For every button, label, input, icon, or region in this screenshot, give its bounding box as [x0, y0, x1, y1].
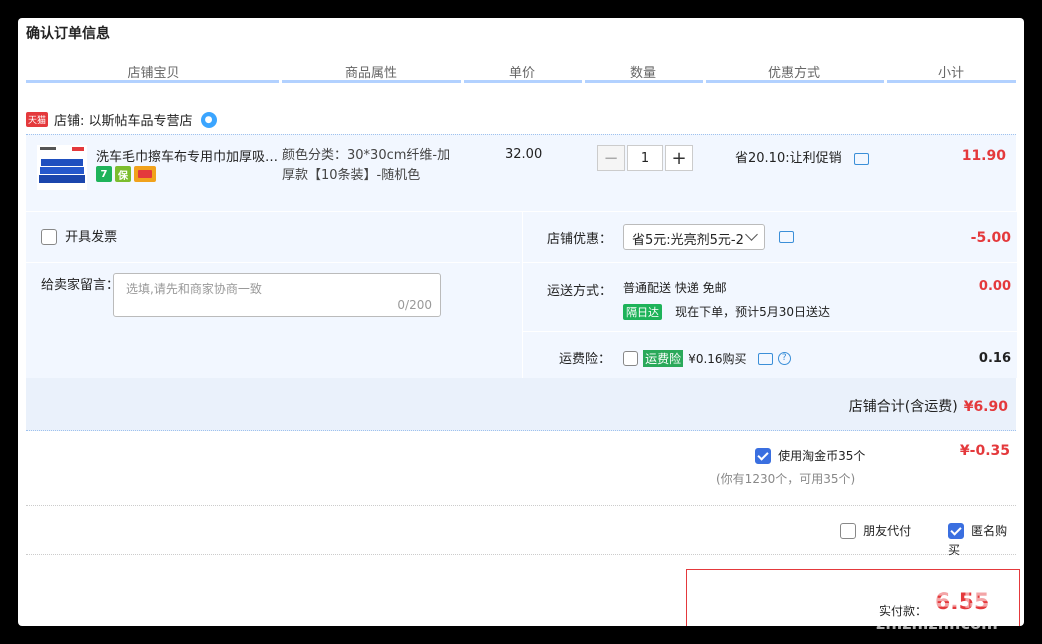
shipping-method: 普通配送 快递 免邮 — [623, 281, 727, 295]
col-header-subtotal: 小计 — [937, 66, 964, 81]
shop-discount-select[interactable]: 省5元:光亮剂5元-2 — [623, 224, 765, 250]
col-header-price: 单价 — [508, 66, 535, 81]
shop-header: 天猫 店铺: 以斯帖车品专营店 ● — [26, 110, 217, 129]
header-underline — [282, 80, 461, 83]
shipping-value: 0.00 — [978, 279, 1011, 294]
item-subtotal: 11.90 — [961, 148, 1006, 164]
insurance-price: ¥0.16购买 — [688, 352, 747, 366]
product-thumbnail[interactable] — [37, 145, 87, 190]
order-options: 开具发票 给卖家留言： 选填,请先和商家协商一致 0/200 店铺优惠： 省5元… — [26, 212, 1017, 378]
next-day-tag: 隔日达 — [623, 304, 662, 320]
shop-name[interactable]: 店铺: 以斯帖车品专营店 — [54, 110, 193, 129]
memo-label: 给卖家留言： — [41, 278, 120, 293]
invoice-label: 开具发票 — [65, 230, 118, 245]
quantity-stepper: − 1 + — [597, 145, 693, 171]
shop-discount-value: -5.00 — [970, 230, 1011, 246]
delivery-info: 隔日达 现在下单，预计5月30日送达 — [623, 301, 830, 320]
decrease-qty-button[interactable]: − — [597, 145, 625, 171]
seven-day-return-icon[interactable]: 7 — [96, 166, 112, 182]
taobao-coin-row: 使用淘金币35个 (你有1230个，可用35个) ¥-0.35 — [26, 431, 1016, 506]
promotion-text: 省20.10:让利促销 — [735, 147, 869, 166]
header-underline — [706, 80, 884, 83]
increase-qty-button[interactable]: + — [665, 145, 693, 171]
comment-icon[interactable] — [779, 231, 794, 243]
quantity-input[interactable]: 1 — [627, 145, 663, 171]
page-title: 确认订单信息 — [26, 26, 110, 42]
header-underline — [887, 80, 1016, 83]
shop-total-label: 店铺合计(含运费) — [848, 399, 958, 415]
memo-textarea[interactable]: 选填,请先和商家协商一致 0/200 — [113, 273, 441, 317]
product-name[interactable]: 洗车毛巾擦车布专用巾加厚吸水... — [96, 146, 281, 165]
insurance-value: 0.16 — [978, 351, 1011, 366]
header-underline — [26, 80, 279, 83]
shipping-label: 运送方式： — [547, 284, 613, 299]
product-attributes: 颜色分类：30*30cm纤维-加厚款【10条装】-随机色 — [282, 148, 451, 183]
col-header-attr: 商品属性 — [344, 66, 397, 81]
help-icon[interactable]: ? — [777, 352, 791, 365]
comment-icon[interactable] — [757, 352, 773, 365]
insurance-row: 运费险： 运费险 ¥0.16购买 ? 0.16 — [523, 332, 1017, 378]
unit-price: 32.00 — [505, 147, 543, 162]
coin-value: ¥-0.35 — [959, 443, 1010, 459]
chevron-down-icon — [745, 228, 758, 241]
insurance-tag: 运费险 — [643, 350, 684, 367]
friend-pay-checkbox[interactable] — [840, 522, 856, 539]
insurance-checkbox[interactable] — [623, 351, 638, 366]
shop-total-value: ¥6.90 — [963, 399, 1008, 415]
shop-discount-row: 店铺优惠： 省5元:光亮剂5元-2 -5.00 — [523, 212, 1017, 263]
shop-total: 店铺合计(含运费) ¥6.90 — [849, 396, 1008, 416]
guarantee-icon[interactable]: 保 — [115, 166, 131, 182]
shop-total-row: 店铺合计(含运费) ¥6.90 — [26, 378, 1016, 431]
shipping-row: 运送方式： 普通配送 快递 免邮 隔日达 现在下单，预计5月30日送达 0.00 — [523, 263, 1017, 332]
payment-options-row: 朋友代付 匿名购买 — [26, 506, 1016, 558]
friend-pay-label: 朋友代付 — [863, 524, 912, 538]
shop-discount-label: 店铺优惠： — [547, 232, 613, 247]
coin-option: 使用淘金币35个 — [755, 445, 865, 464]
header-underline — [464, 80, 582, 83]
promotion-label: 省20.10:让利促销 — [735, 151, 842, 166]
watermark-logo: 值值值 — [880, 569, 1001, 613]
anonymous-checkbox[interactable] — [948, 522, 964, 539]
memo-counter: 0/200 — [397, 298, 432, 312]
comment-icon[interactable] — [853, 152, 869, 165]
tmall-badge: 天猫 — [26, 112, 49, 127]
buyer-options: 开具发票 给卖家留言： 选填,请先和商家协商一致 0/200 — [26, 212, 520, 378]
watermark-url: zhizhizhi.com — [876, 614, 998, 633]
invoice-checkbox[interactable] — [41, 228, 57, 245]
order-confirm-panel: 确认订单信息 店铺宝贝 商品属性 单价 数量 优惠方式 小计 天猫 店铺: 以斯… — [18, 18, 1024, 626]
delivery-eta: 现在下单，预计5月30日送达 — [675, 305, 830, 319]
col-header-item: 店铺宝贝 — [127, 66, 180, 81]
col-header-qty: 数量 — [629, 66, 656, 81]
credit-card-icon[interactable] — [134, 166, 156, 182]
coin-checkbox[interactable] — [755, 447, 771, 464]
insurance-option: 运费险 ¥0.16购买 ? — [623, 348, 791, 367]
invoice-option: 开具发票 — [41, 226, 117, 245]
header-underline — [585, 80, 703, 83]
memo-placeholder: 选填,请先和商家协商一致 — [126, 282, 262, 296]
insurance-label: 运费险： — [559, 352, 612, 367]
divider — [26, 262, 520, 263]
shop-discount-selected: 省5元:光亮剂5元-2 — [632, 233, 744, 248]
wangwang-chat-icon[interactable]: ● — [200, 111, 217, 128]
friend-pay-option: 朋友代付 — [840, 520, 911, 539]
anonymous-option: 匿名购买 — [948, 520, 1016, 558]
coin-label: 使用淘金币35个 — [778, 449, 866, 463]
service-badges: 7 保 — [96, 166, 156, 182]
shop-settlement-options: 店铺优惠： 省5元:光亮剂5元-2 -5.00 运送方式： 普通配送 快递 免邮… — [522, 212, 1017, 378]
order-item-row: 洗车毛巾擦车布专用巾加厚吸水... 7 保 颜色分类：30*30cm纤维-加厚款… — [26, 134, 1016, 211]
col-header-promo: 优惠方式 — [767, 66, 820, 81]
coin-note: (你有1230个，可用35个) — [716, 472, 856, 486]
